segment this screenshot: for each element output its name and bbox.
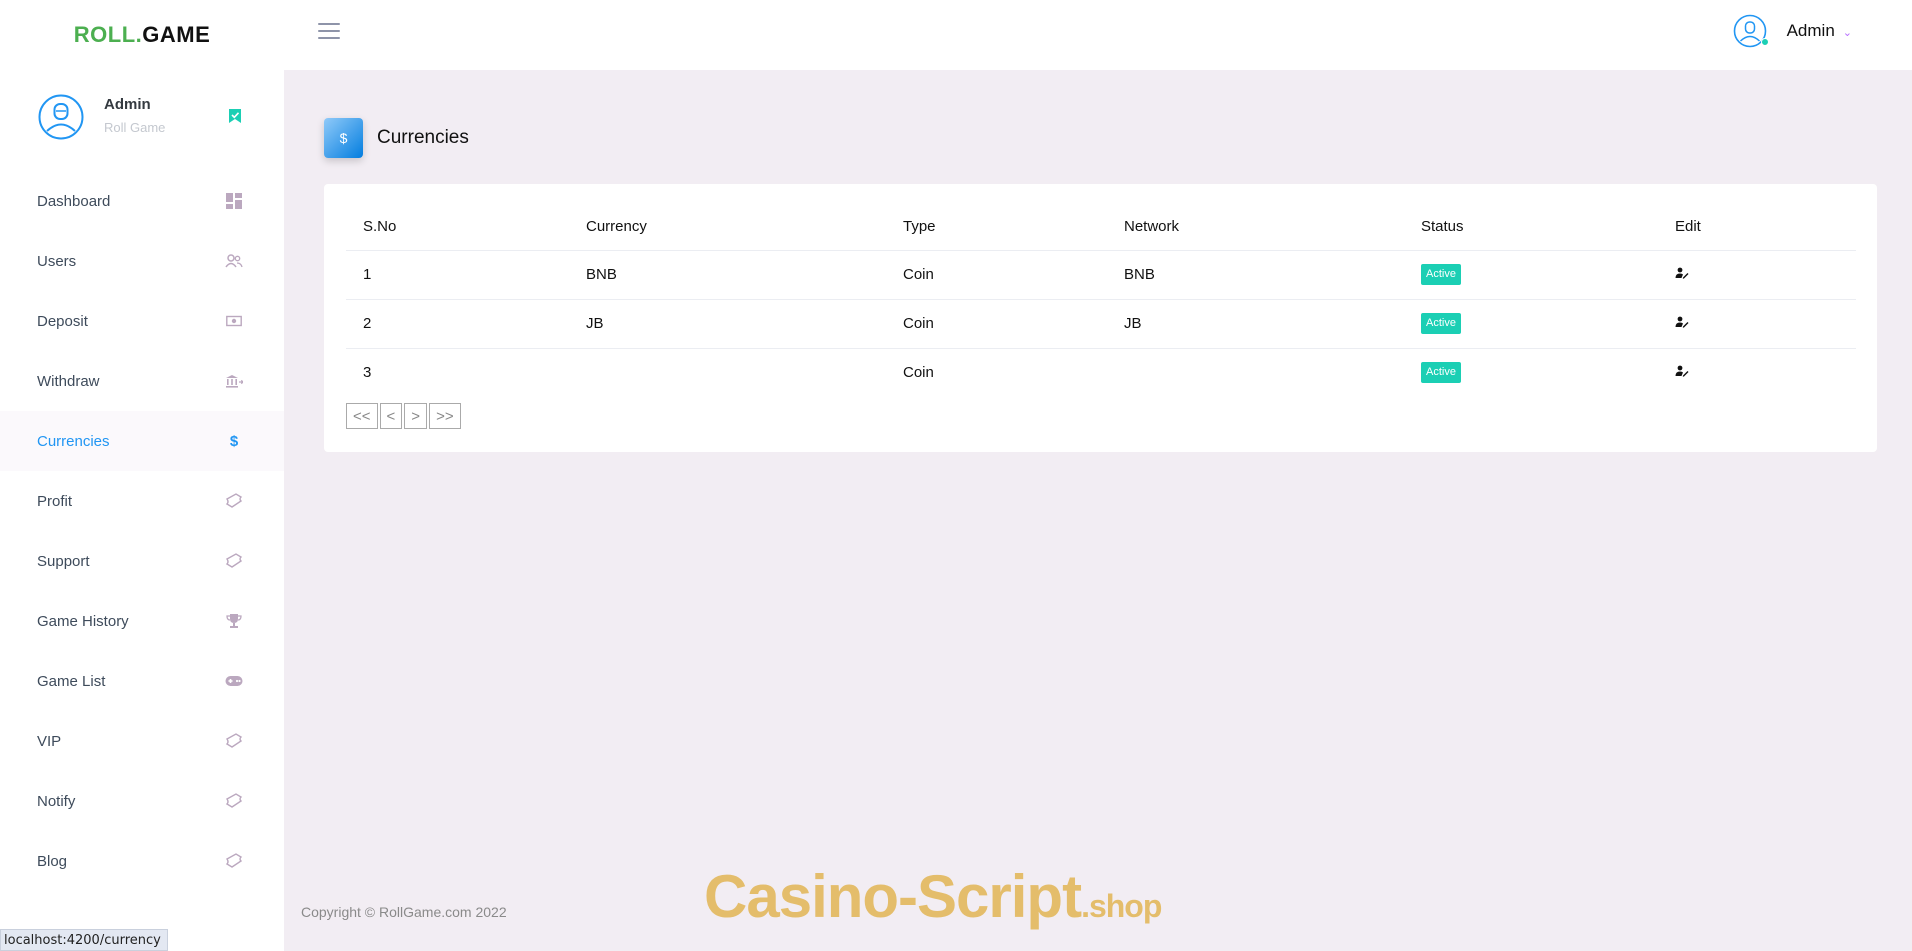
- last-page-button[interactable]: >>: [429, 403, 461, 429]
- sidebar-item-support[interactable]: Support: [0, 531, 284, 591]
- column-header-sno: S.No: [346, 204, 569, 251]
- cell-edit: [1658, 299, 1856, 349]
- brand-logo[interactable]: ROLL.GAME: [0, 0, 284, 70]
- first-page-button[interactable]: <<: [346, 403, 378, 429]
- cell-status: Active: [1404, 348, 1658, 396]
- cell-status: Active: [1404, 299, 1658, 349]
- currencies-table: S.No Currency Type Network Status Edit 1…: [346, 204, 1856, 396]
- sidebar-item-deposit[interactable]: Deposit: [0, 291, 284, 351]
- sidebar-item-withdraw[interactable]: Withdraw: [0, 351, 284, 411]
- sidebar-item-dashboard[interactable]: Dashboard: [0, 171, 284, 231]
- sidebar-item-label: Game History: [37, 612, 129, 630]
- sidebar-item-label: Users: [37, 252, 77, 270]
- table-row: 1 BNB Coin BNB Active: [346, 250, 1856, 300]
- ticket-icon: [225, 732, 243, 750]
- next-page-button[interactable]: >: [404, 403, 428, 429]
- user-edit-icon[interactable]: [1675, 316, 1689, 328]
- profile-avatar-icon: [38, 94, 84, 140]
- page-header: $ Currencies: [324, 118, 469, 158]
- sidebar-item-label: VIP: [37, 732, 62, 750]
- cell-type: Coin: [903, 363, 934, 381]
- cell-network: JB: [1107, 299, 1404, 349]
- profile-name: Admin: [104, 96, 151, 113]
- dollar-icon: $: [229, 432, 239, 450]
- cell-currency: JB: [569, 299, 886, 349]
- top-user-name: Admin: [1786, 21, 1835, 40]
- avatar: [1733, 14, 1769, 48]
- column-header-currency: Currency: [569, 204, 886, 251]
- top-navbar: ROLL.GAME Admin ⌄: [0, 0, 1912, 70]
- chevron-down-icon: ⌄: [1842, 27, 1852, 39]
- profile-subtitle: Roll Game: [104, 120, 166, 135]
- sidebar-item-label: Game List: [37, 672, 106, 690]
- sidebar-profile[interactable]: Admin Roll Game: [38, 92, 248, 142]
- currencies-card: S.No Currency Type Network Status Edit 1…: [324, 184, 1877, 452]
- gamepad-icon: [225, 672, 243, 690]
- ticket-icon: [225, 852, 243, 870]
- sidebar-item-notify[interactable]: Notify: [0, 771, 284, 831]
- sidebar-item-label: Dashboard: [37, 192, 111, 210]
- dollar-icon: $: [324, 118, 363, 158]
- column-header-network: Network: [1107, 204, 1404, 251]
- link-status-bar: localhost:4200/currency: [0, 929, 168, 951]
- ticket-icon: [225, 552, 243, 570]
- table-row: 3 Coin Active: [346, 348, 1856, 396]
- sidebar-item-vip[interactable]: VIP: [0, 711, 284, 771]
- footer-copyright: Copyright © RollGame.com 2022: [301, 904, 507, 920]
- dashboard-icon: [225, 192, 243, 210]
- column-header-type: Type: [886, 204, 1107, 251]
- pagination: << < > >>: [346, 403, 463, 429]
- cell-network: [1107, 348, 1404, 396]
- user-edit-icon[interactable]: [1675, 267, 1689, 279]
- online-status-dot: [1760, 38, 1769, 46]
- watermark-logo: Casino-Script.shop: [704, 863, 1162, 930]
- cell-sno: 3: [363, 363, 372, 381]
- user-edit-icon[interactable]: [1675, 365, 1689, 377]
- menu-toggle-button[interactable]: [318, 22, 340, 40]
- users-icon: [225, 252, 243, 270]
- cell-type: Coin: [886, 299, 1107, 349]
- ticket-icon: [225, 792, 243, 810]
- sidebar-item-label: Profit: [37, 492, 73, 510]
- sidebar-item-users[interactable]: Users: [0, 231, 284, 291]
- sidebar-item-label: Blog: [37, 852, 68, 870]
- sidebar-item-game-list[interactable]: Game List: [0, 651, 284, 711]
- prev-page-button[interactable]: <: [379, 403, 403, 429]
- table-header-row: S.No Currency Type Network Status Edit: [346, 204, 1856, 251]
- sidebar-item-profit[interactable]: Profit: [0, 471, 284, 531]
- sidebar-item-label: Deposit: [37, 312, 88, 330]
- column-header-status: Status: [1404, 204, 1658, 251]
- sidebar-item-label: Notify: [37, 792, 76, 810]
- sidebar-item-currencies[interactable]: Currencies $: [0, 411, 284, 471]
- column-header-edit: Edit: [1658, 204, 1856, 251]
- sidebar: Admin Roll Game Dashboard Users Deposit: [0, 70, 284, 951]
- page-title: Currencies: [377, 127, 469, 148]
- cell-sno: 2: [346, 299, 569, 349]
- sidebar-item-game-history[interactable]: Game History: [0, 591, 284, 651]
- status-badge: Active: [1421, 264, 1461, 285]
- cell-network: BNB: [1107, 250, 1404, 300]
- ticket-icon: [225, 492, 243, 510]
- status-badge: Active: [1421, 361, 1461, 383]
- table-row: 2 JB Coin JB Active: [346, 299, 1856, 349]
- cell-sno: 1: [346, 250, 569, 300]
- cell-edit: [1658, 250, 1856, 300]
- sidebar-item-blog[interactable]: Blog: [0, 831, 284, 891]
- trophy-icon: [225, 612, 243, 630]
- user-dropdown[interactable]: Admin ⌄: [1733, 14, 1852, 48]
- bank-icon: [225, 372, 243, 390]
- cell-currency: [569, 348, 886, 396]
- cell-status: Active: [1404, 250, 1658, 300]
- cell-edit: [1658, 348, 1856, 396]
- bookmark-check-icon: [229, 109, 241, 123]
- cell-type: Coin: [886, 250, 1107, 300]
- sidebar-item-label: Withdraw: [37, 372, 100, 390]
- sidebar-nav: Dashboard Users Deposit Withdraw Currenc…: [0, 171, 284, 891]
- cell-currency: BNB: [569, 250, 886, 300]
- logo-text: ROLL.GAME: [73, 22, 211, 47]
- cash-icon: [225, 312, 243, 330]
- sidebar-item-label: Currencies: [37, 432, 110, 450]
- sidebar-item-label: Support: [37, 552, 90, 570]
- status-badge: Active: [1421, 313, 1461, 334]
